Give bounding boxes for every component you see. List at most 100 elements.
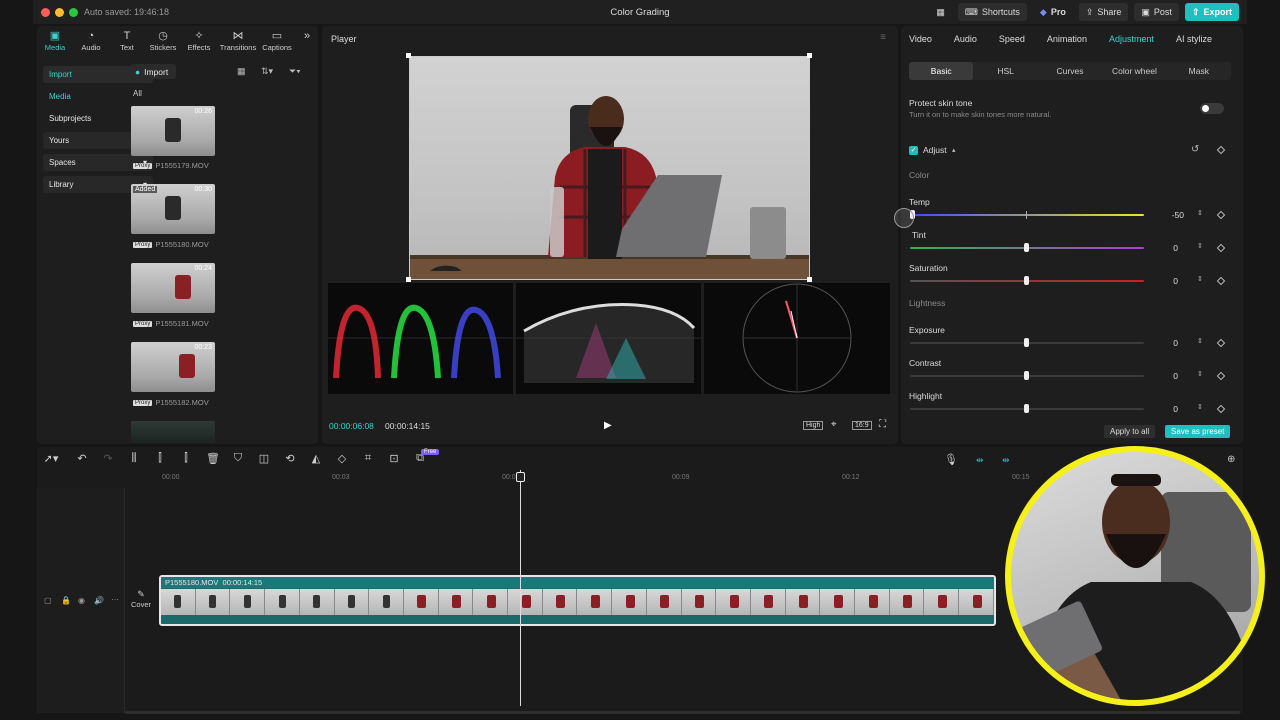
import-button[interactable]: ● Import (130, 64, 176, 79)
share-button[interactable]: ⇪ Share (1078, 3, 1129, 21)
saturation-stepper-icon[interactable]: ⇕ (1197, 275, 1203, 283)
highlight-value[interactable]: 0 (1152, 404, 1178, 414)
redo-icon[interactable]: ↷ (102, 452, 114, 465)
contrast-slider[interactable] (910, 371, 1144, 380)
saturation-value[interactable]: 0 (1152, 276, 1178, 286)
zoom-fit-icon[interactable]: ⊕ (1227, 454, 1235, 465)
quality-button[interactable]: High (803, 421, 824, 430)
mirror-icon[interactable]: ◭ (310, 452, 322, 465)
microphone-icon[interactable]: 🎙 (944, 453, 958, 466)
delete-icon[interactable]: 🗑 (206, 452, 220, 465)
timeline-video-clip[interactable]: P1555180.MOV 00:00:14:15 (159, 575, 996, 626)
reset-icon[interactable]: ↺ (1191, 144, 1199, 155)
contrast-slider-knob[interactable] (1024, 371, 1029, 380)
tab-captions[interactable]: ▭ Captions (259, 26, 295, 54)
resize-icon[interactable]: ⊡ (388, 452, 400, 465)
eye-icon[interactable]: ◉ (78, 596, 85, 605)
focus-icon[interactable]: ⌖ (831, 419, 837, 430)
grid-view-icon[interactable]: ▦ (237, 66, 246, 77)
save-as-preset-button[interactable]: Save as preset (1165, 425, 1231, 438)
split-icon[interactable]: ⫼ (128, 452, 140, 465)
temp-value[interactable]: -50 (1158, 210, 1184, 220)
marker-icon[interactable]: ⛉ (232, 452, 244, 465)
tint-slider-knob[interactable] (1024, 243, 1029, 252)
temp-stepper-icon[interactable]: ⇕ (1197, 209, 1203, 217)
select-tool-icon[interactable]: ➚▾ (40, 452, 62, 465)
subtab-color-wheel[interactable]: Color wheel (1102, 62, 1166, 80)
speaker-icon[interactable]: 🔊 (94, 596, 104, 605)
reverse-icon[interactable]: ⟲ (284, 452, 296, 465)
media-thumbnail[interactable]: 00:26 (131, 106, 215, 156)
exposure-stepper-icon[interactable]: ⇕ (1197, 337, 1203, 345)
subtab-curves[interactable]: Curves (1038, 62, 1102, 80)
saturation-slider-knob[interactable] (1024, 276, 1029, 285)
tint-value[interactable]: 0 (1152, 243, 1178, 253)
shortcuts-button[interactable]: ⌨ Shortcuts (957, 3, 1027, 21)
freeze-icon[interactable]: ◫ (258, 452, 270, 465)
crop-handle[interactable] (807, 53, 812, 58)
saturation-slider[interactable] (910, 276, 1144, 285)
exposure-slider[interactable] (910, 338, 1144, 347)
split-left-icon[interactable]: ⫿ (154, 452, 166, 465)
timeline-ruler[interactable]: 00:00 00:03 00:06 00:09 00:12 00:15 (160, 474, 1030, 486)
temp-slider[interactable] (910, 210, 1144, 219)
subtab-hsl[interactable]: HSL (973, 62, 1037, 80)
playhead-line[interactable] (520, 470, 521, 706)
tint-slider[interactable] (910, 243, 1144, 252)
highlight-slider[interactable] (910, 404, 1144, 413)
tab-stickers[interactable]: ◷ Stickers (145, 26, 181, 54)
adjust-checkbox[interactable]: ✓ (909, 146, 918, 155)
tab-ai-stylize[interactable]: AI stylize (1176, 34, 1212, 44)
pro-button[interactable]: ◆ Pro (1033, 3, 1073, 21)
close-window-button[interactable] (41, 7, 50, 17)
fullscreen-icon[interactable]: ⛶ (879, 419, 886, 430)
minimize-window-button[interactable] (55, 7, 64, 17)
zoom-window-button[interactable] (69, 7, 78, 17)
lock-icon[interactable]: 🔒 (61, 596, 71, 605)
play-button[interactable]: ▶ (604, 420, 612, 431)
tab-transitions[interactable]: ⋈ Transitions (217, 26, 259, 54)
collapse-chevron-icon[interactable]: ▴ (952, 146, 956, 154)
export-button[interactable]: ⇧ Export (1184, 3, 1239, 21)
aspect-ratio-button[interactable]: 16:9 (852, 421, 872, 430)
track-link-icon[interactable]: ⇹ (976, 455, 984, 466)
cover-button[interactable]: ✎ Cover (127, 589, 155, 615)
magnet-icon[interactable]: ⇹ (1002, 455, 1010, 466)
tint-stepper-icon[interactable]: ⇕ (1197, 242, 1203, 250)
filter-icon[interactable]: ⏷▾ (289, 66, 301, 77)
menu-icon[interactable]: ≡ (880, 32, 886, 43)
crop-handle[interactable] (406, 277, 411, 282)
track-visibility-icon[interactable]: ▢ (44, 596, 52, 605)
crop-icon[interactable]: ⌗ (362, 452, 374, 465)
rotate-icon[interactable]: ◇ (336, 452, 348, 465)
tab-animation[interactable]: Animation (1047, 34, 1087, 44)
exposure-slider-knob[interactable] (1024, 338, 1029, 347)
undo-icon[interactable]: ↶ (76, 452, 88, 465)
subtab-basic[interactable]: Basic (909, 62, 974, 80)
split-right-icon[interactable]: ⫿ (180, 452, 192, 465)
highlight-stepper-icon[interactable]: ⇕ (1197, 403, 1203, 411)
more-options-icon[interactable]: ⋯ (111, 595, 119, 604)
tab-audio[interactable]: ◔ Audio (73, 26, 109, 54)
media-thumbnail[interactable]: Added 00:30 (131, 184, 215, 234)
tab-speed[interactable]: Speed (999, 34, 1025, 44)
tab-audio-properties[interactable]: Audio (954, 34, 977, 44)
video-preview[interactable] (409, 56, 810, 280)
subtab-mask[interactable]: Mask (1167, 62, 1231, 80)
media-thumbnail[interactable]: 00:23 (131, 342, 215, 392)
tab-video[interactable]: Video (909, 34, 932, 44)
contrast-stepper-icon[interactable]: ⇕ (1197, 370, 1203, 378)
media-thumbnail[interactable]: 00:24 (131, 263, 215, 313)
apply-to-all-button[interactable]: Apply to all (1104, 425, 1156, 438)
tab-text[interactable]: T Text (109, 26, 145, 54)
crop-handle[interactable] (807, 277, 812, 282)
sort-icon[interactable]: ⇅▾ (261, 66, 273, 77)
tab-adjustment[interactable]: Adjustment (1109, 34, 1154, 44)
playhead-handle[interactable] (516, 472, 525, 482)
crop-handle[interactable] (406, 53, 411, 58)
layout-icon[interactable]: ▦ (929, 3, 952, 21)
tab-media[interactable]: ▣ Media (37, 26, 73, 54)
tab-effects[interactable]: ✧ Effects (181, 26, 217, 54)
protect-skin-toggle[interactable] (1200, 103, 1224, 114)
timeline-scrollbar[interactable] (125, 711, 1240, 714)
